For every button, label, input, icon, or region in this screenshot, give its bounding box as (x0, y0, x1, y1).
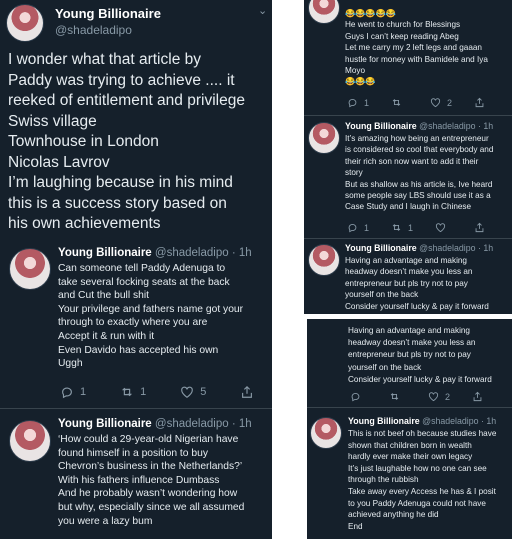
divider (304, 115, 512, 116)
reply-count: 1 (364, 222, 370, 233)
avatar[interactable] (310, 417, 342, 449)
author-name[interactable]: Young Billionaire @shadeladipo · 1h (348, 416, 496, 426)
author-handle: @shadeladipo (154, 247, 229, 259)
reply-icon (348, 99, 357, 108)
author-name[interactable]: Young Billionaire @shadeladipo · 1h (58, 418, 252, 430)
reply-icon (351, 393, 360, 402)
tweet-time: 1h (238, 418, 252, 430)
tweet-actions: 1 2 (347, 97, 485, 108)
divider (0, 408, 272, 409)
share-button[interactable] (472, 391, 483, 402)
panel-b: Young Billionaire @shadeladipo · 1h Can … (0, 236, 272, 539)
retweet-icon (122, 387, 132, 397)
share-button[interactable] (474, 97, 485, 108)
reply-button[interactable] (350, 391, 367, 402)
retweet-count: 1 (408, 222, 414, 233)
retweet-button[interactable] (391, 97, 408, 108)
heart-icon (181, 386, 194, 398)
author-handle[interactable]: @shadeladipo (55, 23, 132, 37)
tweet-time: 1h (238, 247, 252, 259)
tweet-text: 😂😂😂😂😂 He went to church for Blessings Gu… (345, 9, 488, 87)
tweet-actions: 2 (350, 391, 483, 402)
author-handle: @shadeladipo (422, 416, 479, 426)
share-button[interactable] (240, 385, 254, 399)
tweet-text: It’s amazing how being an entrepreneur i… (345, 134, 494, 212)
tweet-text: Having an advantage and making headway d… (345, 256, 489, 311)
tweet-text: This is not beef oh because studies have… (348, 429, 497, 531)
tweet-text: I wonder what that article by Paddy was … (8, 51, 245, 232)
author-name[interactable]: Young Billionaire @shadeladipo · 1h (58, 247, 252, 259)
retweet-button[interactable]: 1 (120, 385, 146, 399)
panel-a: Young Billionaire @shadeladipo ⌄ I wonde… (0, 0, 272, 244)
like-button[interactable]: 5 (180, 385, 206, 399)
share-button[interactable] (474, 222, 485, 233)
retweet-icon (390, 393, 399, 400)
reply-count: 1 (80, 386, 87, 398)
avatar[interactable] (6, 4, 44, 42)
author-name[interactable]: Young Billionaire (55, 6, 161, 21)
retweet-button[interactable] (389, 391, 406, 402)
share-icon (473, 391, 482, 402)
share-icon (475, 222, 484, 233)
avatar[interactable] (308, 244, 340, 276)
retweet-icon (392, 224, 401, 231)
like-button[interactable]: 2 (430, 97, 452, 108)
author-name[interactable]: Young Billionaire @shadeladipo · 1h (345, 121, 493, 131)
reply-count: 1 (364, 97, 370, 108)
retweet-icon (392, 99, 401, 106)
tweet-time: 1h (483, 243, 494, 253)
tweet-text: ‘How could a 29-year-old Nigerian have f… (58, 434, 245, 527)
tweet-actions: 1 1 (347, 222, 485, 233)
divider (304, 238, 512, 239)
heart-icon (428, 392, 439, 402)
retweet-button[interactable]: 1 (391, 222, 413, 233)
avatar[interactable] (9, 420, 51, 462)
reply-button[interactable]: 1 (347, 97, 369, 108)
heart-icon (430, 98, 441, 108)
tweet-actions: 1 1 5 (60, 385, 254, 399)
author-handle: @shadeladipo (419, 243, 476, 253)
tweet-time: 1h (486, 416, 497, 426)
author-handle: @shadeladipo (154, 418, 229, 430)
reply-icon (62, 387, 72, 399)
author-handle: @shadeladipo (419, 121, 476, 131)
avatar[interactable] (308, 0, 340, 24)
chevron-down-icon[interactable]: ⌄ (258, 4, 267, 17)
tweet-time: 1h (483, 121, 494, 131)
panel-d: Having an advantage and making headway d… (307, 319, 512, 539)
divider (307, 407, 512, 408)
tweet-text: Having an advantage and making headway d… (348, 326, 492, 384)
like-count: 2 (445, 391, 451, 402)
like-button[interactable] (435, 222, 452, 233)
author-name[interactable]: Young Billionaire @shadeladipo · 1h (345, 243, 493, 253)
like-button[interactable]: 2 (428, 391, 450, 402)
like-count: 2 (447, 97, 453, 108)
retweet-count: 1 (140, 386, 147, 398)
share-icon (242, 385, 253, 398)
reply-icon (348, 224, 357, 233)
tweet-text: Can someone tell Paddy Adenuga to take s… (58, 263, 244, 370)
avatar[interactable] (9, 248, 51, 290)
like-count: 5 (200, 386, 207, 398)
share-icon (475, 97, 484, 108)
heart-icon (435, 223, 446, 233)
avatar[interactable] (308, 122, 340, 154)
reply-button[interactable]: 1 (60, 385, 86, 399)
panel-c: 😂😂😂😂😂 He went to church for Blessings Gu… (304, 0, 512, 314)
reply-button[interactable]: 1 (347, 222, 369, 233)
